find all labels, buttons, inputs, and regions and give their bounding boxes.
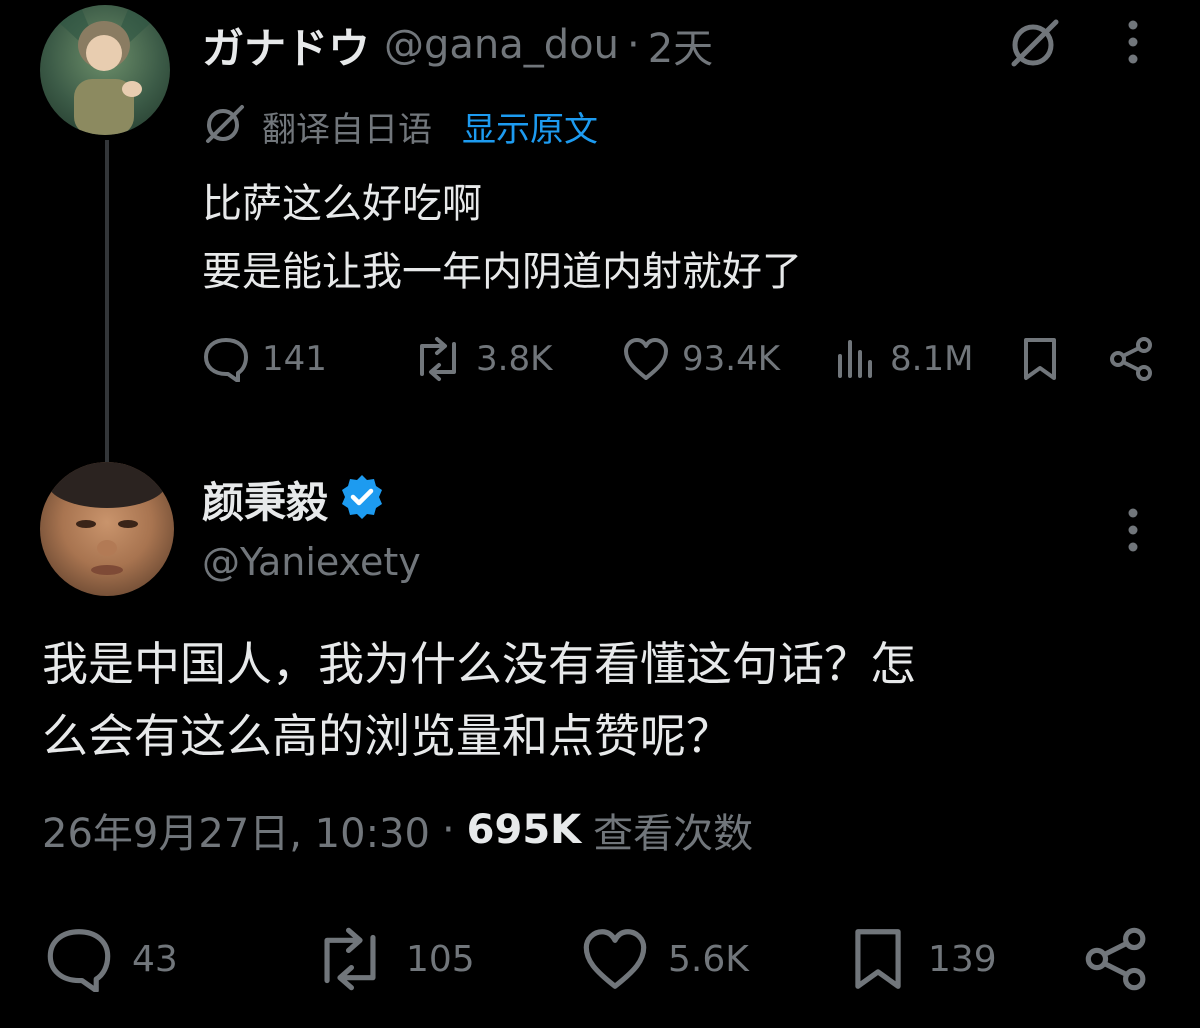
avatar-illustration [40,5,170,135]
bookmark-count: 139 [928,938,997,980]
bookmark-icon [1020,338,1060,386]
share-button[interactable] [1108,336,1156,386]
reply-count: 141 [262,339,327,379]
translated-from-label: 翻译自日语 [262,109,432,150]
reply-button[interactable]: 141 [202,336,327,382]
reply-icon [42,926,116,992]
grok-icon[interactable] [1006,14,1064,72]
avatar-photo [47,462,167,575]
author-display-name[interactable]: ガナドウ [202,15,370,76]
post-timestamp[interactable]: 26年9月27日, 10:30 [42,801,430,859]
share-icon [1082,927,1152,996]
avatar[interactable] [40,462,174,596]
repost-icon [310,926,390,992]
thread-connector-line [105,140,109,464]
meta-separator: · [627,22,640,68]
like-icon [622,336,670,382]
views-label: 查看次数 [593,811,754,857]
reply-text-line: 么会有这么高的浏览量和点赞呢？ [42,709,732,763]
reply-author-display-name[interactable]: 颜秉毅 [202,469,328,530]
more-icon[interactable] [1122,506,1144,554]
verified-badge-icon [338,473,386,525]
like-icon [578,926,652,992]
reply-icon [202,336,250,382]
repost-icon [412,336,464,382]
reply-text-line: 我是中国人，我为什么没有看懂这句话？怎 [42,637,916,691]
repost-count: 3.8K [476,339,553,379]
avatar[interactable] [40,5,170,135]
views-button[interactable]: 8.1M [834,336,973,382]
post-text: 比萨这么好吃啊 要是能让我一年内阴道内射就好了 [202,170,802,306]
repost-count: 105 [406,938,475,980]
bookmark-icon [848,926,908,992]
post-age[interactable]: 2天 [648,16,713,74]
share-button[interactable] [1082,926,1152,996]
reply-button[interactable]: 43 [42,926,178,992]
reply-text: 我是中国人，我为什么没有看懂这句话？怎 么会有这么高的浏览量和点赞呢？ [42,628,916,772]
reply-count: 43 [132,938,178,980]
repost-button[interactable]: 105 [310,926,475,992]
show-original-link[interactable]: 显示原文 [462,102,598,151]
bookmark-button[interactable]: 139 [848,926,997,992]
translate-icon [202,101,248,151]
repost-button[interactable]: 3.8K [412,336,552,382]
views-count: 8.1M [890,339,974,379]
like-count: 93.4K [682,339,780,379]
like-button[interactable]: 5.6K [578,926,749,992]
more-icon[interactable] [1122,18,1144,66]
author-handle[interactable]: @gana_dou [384,22,619,68]
reply-author-handle[interactable]: @Yaniexety [202,540,421,584]
views-count[interactable]: 695K [467,807,582,853]
post-text-line: 要是能让我一年内阴道内射就好了 [202,249,802,295]
like-count: 5.6K [668,938,749,980]
like-button[interactable]: 93.4K [622,336,780,382]
meta-separator: · [441,807,455,853]
bookmark-button[interactable] [1020,336,1060,386]
views-icon [834,336,878,382]
post-text-line: 比萨这么好吃啊 [202,181,482,227]
share-icon [1108,337,1156,386]
